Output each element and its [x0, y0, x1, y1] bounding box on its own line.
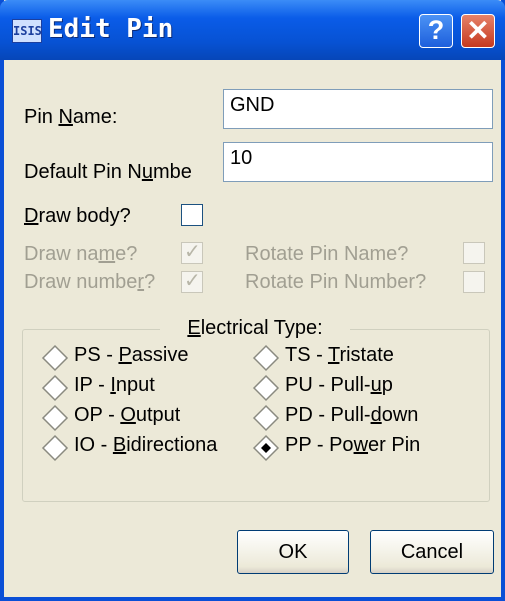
draw-body-label: Draw body? [24, 205, 131, 227]
radio-pull-down[interactable] [251, 403, 281, 433]
draw-name-checkbox[interactable]: ✓ [181, 241, 203, 264]
radio-tristate-label: TS - Tristate [285, 344, 394, 366]
close-icon: ✕ [466, 15, 490, 46]
pin-name-field[interactable]: GND [223, 89, 493, 129]
pin-number-field[interactable]: 10 [223, 142, 493, 182]
help-icon: ? [427, 15, 445, 45]
radio-pull-down-label: PD - Pull-down [285, 404, 419, 426]
check-icon: ✓ [184, 241, 201, 263]
radio-input[interactable] [40, 373, 70, 403]
radio-pull-up-label: PU - Pull-up [285, 374, 393, 396]
radio-passive-label: PS - Passive [74, 344, 189, 366]
close-button[interactable]: ✕ [461, 14, 495, 48]
dialog-title: Edit Pin [48, 14, 174, 44]
rotate-pin-number-label: Rotate Pin Number? [245, 271, 427, 293]
draw-number-checkbox[interactable]: ✓ [181, 270, 203, 293]
rotate-pin-number-checkbox[interactable] [463, 271, 485, 293]
draw-number-label: Draw number? [24, 271, 156, 293]
radio-output-label: OP - Output [74, 404, 181, 426]
pin-number-label: Default Pin Numbe [24, 161, 192, 183]
draw-name-label: Draw name? [24, 243, 138, 265]
isis-app-icon: ISIS [12, 19, 42, 43]
radio-pull-up[interactable] [251, 373, 281, 403]
radio-tristate[interactable] [251, 343, 281, 373]
help-button[interactable]: ? [419, 14, 453, 48]
check-icon: ✓ [184, 270, 201, 292]
radio-power-pin[interactable] [251, 433, 281, 463]
electrical-type-title: Electrical Type: [160, 317, 350, 340]
pin-name-label: Pin Name: [24, 106, 118, 128]
radio-output[interactable] [40, 403, 70, 433]
radio-bidirectional[interactable] [40, 433, 70, 463]
draw-body-checkbox[interactable] [181, 204, 203, 226]
ok-button[interactable]: OK [237, 530, 349, 574]
radio-input-label: IP - Input [74, 374, 155, 396]
title-bar[interactable]: ISIS Edit Pin ? ✕ [0, 0, 505, 60]
rotate-pin-name-label: Rotate Pin Name? [245, 243, 409, 265]
radio-power-pin-label: PP - Power Pin [285, 434, 421, 456]
cancel-button[interactable]: Cancel [370, 530, 494, 574]
radio-passive[interactable] [40, 343, 70, 373]
radio-bidirectional-label: IO - Bidirectiona [74, 434, 218, 456]
rotate-pin-name-checkbox[interactable] [463, 242, 485, 264]
